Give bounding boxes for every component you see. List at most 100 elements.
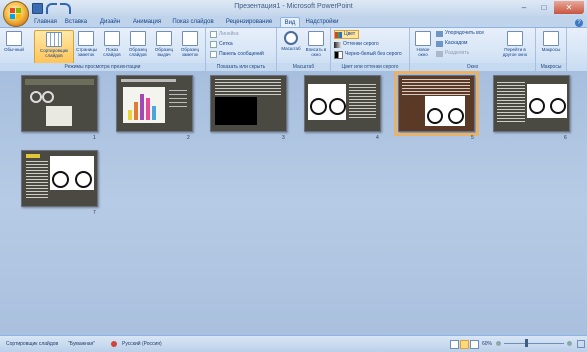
tab-slideshow[interactable]: Показ слайдов [170,17,216,27]
slide-thumbnail-selected[interactable] [394,71,479,136]
window-controls: – □ ✕ [514,1,584,14]
macros-button[interactable]: Макросы [540,30,562,62]
cascade-button[interactable]: Каскадом [436,40,467,47]
slide-sorter-button[interactable]: Сортировщик слайдов [34,30,74,64]
minimize-button[interactable]: – [514,1,534,14]
notes-master-icon [182,31,198,46]
group-label: Показать или скрыть [206,63,276,71]
slide-thumbnail[interactable] [493,75,570,132]
maximize-button[interactable]: □ [534,1,554,14]
fit-to-window-button[interactable]: Вписать в окно [305,30,327,62]
button-label: Новое окно [416,47,430,57]
normal-view-status-icon[interactable] [450,340,459,349]
normal-view-button[interactable]: Обычный [4,30,24,62]
switch-windows-button[interactable]: Перейти в другое окно [498,30,532,62]
grayscale-button[interactable]: Оттенки серого [334,41,379,48]
button-label: Разделить [445,50,470,56]
fit-window-icon [308,31,324,46]
zoom-slider-thumb[interactable] [525,339,528,347]
wheel [75,171,92,188]
slide-number: 4 [376,135,379,141]
tab-addins[interactable]: Надстройки [302,17,342,27]
zoom-in-icon[interactable] [567,341,572,346]
zoom-level[interactable]: 60% [482,336,492,352]
chart-bar [140,94,144,120]
cascade-icon [436,40,443,47]
group-color: Цвет Оттенки серого Черно-белый без серо… [331,28,410,71]
new-window-button[interactable]: Новое окно [413,30,433,62]
wheel [427,108,443,124]
wheel [42,91,54,103]
help-icon[interactable]: ? [575,19,583,27]
slide-number: 6 [564,135,567,141]
wheel [550,98,566,114]
view-mode-label: Сортировщик слайдов [6,341,59,347]
ruler-checkbox[interactable]: Линейка [210,31,239,38]
group-macros: Макросы Макросы [536,28,567,71]
chart-bar [134,102,138,120]
slide-text-block [169,90,187,110]
tab-animation[interactable]: Анимация [130,17,164,27]
color-button[interactable]: Цвет [334,30,360,39]
tab-review[interactable]: Рецензирование [222,17,276,27]
button-label: Каскадом [445,40,468,46]
zoom-out-icon[interactable] [496,341,501,346]
zoom-button[interactable]: Масштаб [281,30,301,62]
language-label[interactable]: Русский (Россия) [122,336,162,352]
fit-slide-icon[interactable] [577,340,585,348]
tab-design[interactable]: Дизайн [96,17,124,27]
slide-master-icon [130,31,146,46]
slideshow-status-icon[interactable] [470,340,479,349]
tab-insert[interactable]: Вставка [62,17,90,27]
button-label: Цвет [344,31,356,37]
slide-text-block [402,79,470,95]
group-label: Режимы просмотра презентации [0,63,205,71]
slide-title-mark [26,154,40,158]
slide-thumbnail[interactable] [21,150,98,207]
grayscale-swatch-icon [334,41,341,48]
slide-number: 1 [93,135,96,141]
slide-thumbnail[interactable] [210,75,287,132]
theme-label: "Бумажная" [68,341,95,347]
button-label: Сортировщик слайдов [39,48,69,58]
close-button[interactable]: ✕ [554,1,584,14]
tab-home[interactable]: Главная [33,17,58,27]
office-button[interactable] [3,1,29,27]
sorter-view-status-icon[interactable] [460,340,469,349]
notes-master-button[interactable]: Образец заметок [180,30,200,62]
handout-master-icon [156,31,172,46]
handout-master-button[interactable]: Образец выдач [154,30,174,62]
button-label: Обычный [4,47,24,52]
new-window-icon [415,31,431,46]
wheel [310,98,327,115]
slide-text-block [215,79,281,95]
slide-thumbnail[interactable] [304,75,381,132]
color-swatch-icon [335,31,342,38]
checkbox-label: Панель сообщений [219,51,264,57]
slide-sorter-pane: 1 2 3 4 5 6 7 [0,71,587,335]
slide-master-button[interactable]: Образец слайдов [128,30,148,62]
title-bar: Презентация1 - Microsoft PowerPoint – □ … [0,0,587,27]
slide-thumbnail[interactable] [21,75,98,132]
ribbon: Обычный Сортировщик слайдов Страницы зам… [0,19,587,72]
zoom-slider[interactable] [504,343,564,344]
slide-number: 7 [93,210,96,216]
split-button[interactable]: Разделить [436,50,469,57]
ribbon-tabs: Главная Вставка Дизайн Анимация Показ сл… [0,16,587,28]
notes-page-button[interactable]: Страницы заметок [76,30,97,62]
message-bar-checkbox[interactable]: Панель сообщений [210,51,264,58]
magnifier-icon [284,31,298,45]
grid-checkbox[interactable]: Сетка [210,41,233,48]
black-white-button[interactable]: Черно-белый без серого [334,50,402,59]
slide-text-line [121,79,176,82]
slideshow-button[interactable]: Показ слайдов [102,30,122,62]
slide-thumbnail[interactable] [116,75,193,132]
bike-image [425,96,465,126]
bike-image [30,87,54,103]
slide-number: 5 [471,135,474,141]
button-label: Образец слайдов [128,47,148,57]
spellcheck-icon[interactable] [111,341,117,347]
button-label: Масштаб [281,46,301,51]
arrange-all-button[interactable]: Упорядочить все [436,30,484,37]
group-label: Масштаб [277,63,330,71]
